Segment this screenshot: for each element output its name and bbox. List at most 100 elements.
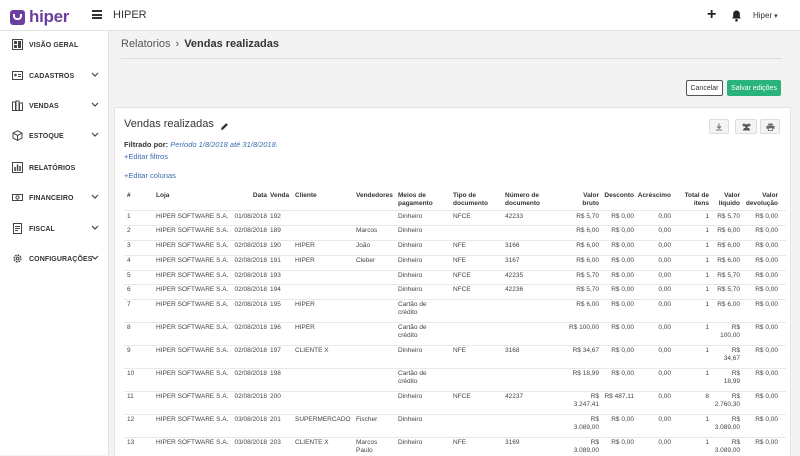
table-cell-meio: Dinheiro bbox=[398, 439, 423, 446]
sidebar-item-label: CONFIGURAÇÕES bbox=[29, 255, 93, 263]
table-cell-meio: Dinheiro bbox=[398, 393, 423, 400]
table-cell-cliente: CLIENTE X bbox=[295, 347, 329, 354]
table-cell-dev: R$ 0,00 bbox=[755, 257, 778, 264]
row-divider bbox=[124, 322, 786, 323]
gear-icon bbox=[13, 254, 22, 263]
sidebar-item-configuracoes[interactable]: CONFIGURAÇÕES bbox=[0, 249, 108, 269]
table-cell-venda: 198 bbox=[270, 370, 281, 377]
sidebar-item-visao-geral[interactable]: VISÃO GERAL bbox=[0, 35, 108, 55]
table-cell-venda: 200 bbox=[270, 393, 281, 400]
table-cell-cliente: HIPER bbox=[295, 301, 315, 308]
pencil-icon[interactable] bbox=[220, 118, 229, 136]
sidebar-item-vendas[interactable]: VENDAS bbox=[0, 96, 108, 116]
table-cell-desc: R$ 0,00 bbox=[611, 416, 634, 423]
table-cell-acr: 0,00 bbox=[658, 439, 671, 446]
table-cell-dev: R$ 0,00 bbox=[755, 242, 778, 249]
table-cell-n: 12 bbox=[127, 416, 135, 423]
edit-filters-link[interactable]: +Editar filtros bbox=[124, 152, 168, 161]
table-cell-meio: Dinheiro bbox=[398, 286, 423, 293]
table-cell-cliente: CLIENTE X bbox=[295, 439, 329, 446]
table-cell-desc: R$ 0,00 bbox=[611, 242, 634, 249]
print-button[interactable] bbox=[760, 119, 780, 134]
sidebar-item-relatorios[interactable]: RELATÓRIOS bbox=[0, 158, 108, 178]
table-cell-liq: R$ 6,00 bbox=[717, 227, 740, 234]
table-cell-itens: 1 bbox=[705, 416, 709, 423]
sidebar-item-estoque[interactable]: ESTOQUE bbox=[0, 126, 108, 146]
table-cell-acr: 0,00 bbox=[658, 286, 671, 293]
table-cell-loja: HIPER SOFTWARE S.A. bbox=[156, 301, 229, 308]
row-divider bbox=[124, 345, 786, 346]
table-cell-itens: 8 bbox=[705, 393, 709, 400]
table-cell-bruto: R$ 3.247,41 bbox=[573, 393, 599, 408]
table-cell-loja: HIPER SOFTWARE S.A. bbox=[156, 213, 229, 220]
breadcrumb-separator: › bbox=[175, 38, 180, 50]
table-cell-data: 02/08/2018 bbox=[234, 301, 267, 308]
table-cell-bruto: R$ 5,70 bbox=[576, 286, 599, 293]
edit-columns-link[interactable]: +Editar colunas bbox=[124, 171, 176, 180]
table-cell-itens: 1 bbox=[705, 370, 709, 377]
table-cell-bruto: R$ 3.089,00 bbox=[573, 416, 599, 431]
table-cell-loja: HIPER SOFTWARE S.A. bbox=[156, 439, 229, 446]
user-menu[interactable]: Hiper ▾ bbox=[753, 11, 778, 20]
table-cell-liq: R$ 100,00 bbox=[720, 324, 740, 339]
table-cell-bruto: R$ 6,00 bbox=[576, 242, 599, 249]
download-button[interactable] bbox=[709, 119, 729, 134]
table-cell-itens: 1 bbox=[705, 301, 709, 308]
chevron-down-icon bbox=[91, 72, 99, 77]
row-divider bbox=[124, 240, 786, 241]
table-cell-data: 02/08/2018 bbox=[234, 242, 267, 249]
table-cell-tipo: NFE bbox=[453, 257, 466, 264]
table-cell-loja: HIPER SOFTWARE S.A. bbox=[156, 272, 229, 279]
table-cell-acr: 0,00 bbox=[658, 242, 671, 249]
table-cell-meio: Cartão de crédito bbox=[398, 301, 427, 316]
table-cell-loja: HIPER SOFTWARE S.A. bbox=[156, 324, 229, 331]
table-cell-loja: HIPER SOFTWARE S.A. bbox=[156, 227, 229, 234]
table-cell-data: 02/08/2018 bbox=[234, 393, 267, 400]
hiper-logo[interactable]: hiper bbox=[10, 7, 69, 27]
download-icon bbox=[716, 123, 722, 130]
menu-icon[interactable] bbox=[92, 10, 102, 19]
table-cell-vend: Marcos bbox=[356, 227, 378, 234]
table-cell-data: 02/08/2018 bbox=[234, 324, 267, 331]
table-cell-liq: R$ 5,70 bbox=[717, 272, 740, 279]
sidebar-item-cadastros[interactable]: CADASTROS bbox=[0, 66, 108, 86]
cancel-button[interactable]: Cancelar bbox=[686, 80, 723, 96]
table-cell-numdoc: 3168 bbox=[505, 347, 520, 354]
filter-label: Filtrado por: bbox=[124, 140, 169, 149]
row-divider bbox=[124, 284, 786, 285]
table-cell-venda: 203 bbox=[270, 439, 281, 446]
table-cell-data: 02/08/2018 bbox=[234, 257, 267, 264]
table-cell-n: 1 bbox=[127, 213, 131, 220]
column-header: Total de itens bbox=[684, 192, 709, 207]
add-button[interactable]: + bbox=[707, 7, 716, 23]
table-cell-desc: R$ 0,00 bbox=[611, 439, 634, 446]
column-header: Tipo de documento bbox=[453, 192, 489, 207]
table-cell-dev: R$ 0,00 bbox=[755, 272, 778, 279]
table-cell-acr: 0,00 bbox=[658, 301, 671, 308]
table-cell-numdoc: 42236 bbox=[505, 286, 524, 293]
bell-icon[interactable] bbox=[731, 9, 742, 27]
table-cell-tipo: NFE bbox=[453, 347, 466, 354]
table-cell-itens: 1 bbox=[705, 242, 709, 249]
table-cell-tipo: NFCE bbox=[453, 272, 471, 279]
table-cell-n: 6 bbox=[127, 286, 131, 293]
column-header: Cliente bbox=[295, 192, 317, 199]
box-icon bbox=[12, 130, 23, 141]
table-cell-tipo: NFCE bbox=[453, 286, 471, 293]
share-users-button[interactable] bbox=[735, 119, 757, 134]
table-cell-n: 9 bbox=[127, 347, 131, 354]
breadcrumb-parent[interactable]: Relatorios bbox=[121, 38, 171, 50]
table-cell-desc: R$ 0,00 bbox=[611, 257, 634, 264]
table-cell-meio: Dinheiro bbox=[398, 416, 423, 423]
table-cell-venda: 194 bbox=[270, 286, 281, 293]
table-cell-acr: 0,00 bbox=[658, 227, 671, 234]
table-cell-dev: R$ 0,00 bbox=[755, 213, 778, 220]
sidebar-item-fiscal[interactable]: FISCAL bbox=[0, 219, 108, 239]
chevron-down-icon bbox=[91, 255, 99, 260]
chevron-down-icon bbox=[91, 194, 99, 199]
logo-text: hiper bbox=[29, 7, 70, 26]
sidebar-item-financeiro[interactable]: FINANCEIRO bbox=[0, 188, 108, 208]
sidebar-item-label: ESTOQUE bbox=[29, 132, 64, 140]
table-cell-liq: R$ 5,70 bbox=[717, 213, 740, 220]
save-button[interactable]: Salvar edições bbox=[727, 80, 781, 96]
